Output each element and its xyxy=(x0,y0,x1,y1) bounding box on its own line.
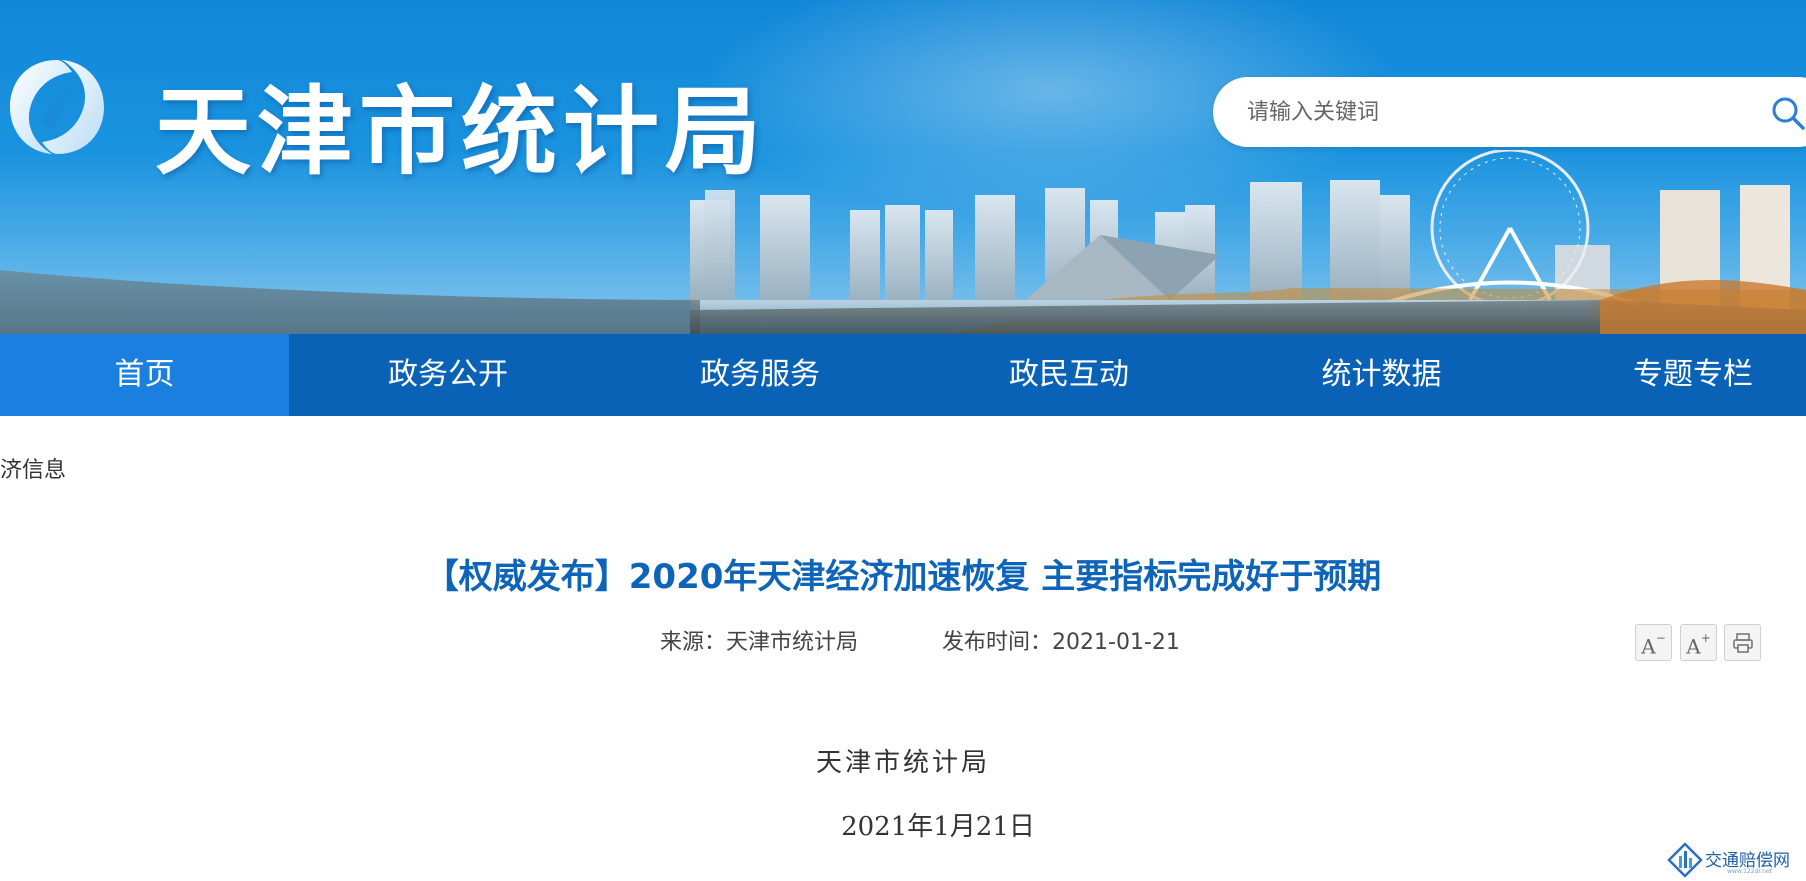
body-author: 天津市统计局 xyxy=(815,748,990,778)
font-decrease-icon: A xyxy=(1641,634,1656,659)
nav-item-home[interactable]: 首页 xyxy=(0,334,289,416)
font-increase-icon: A xyxy=(1686,634,1701,659)
print-button[interactable] xyxy=(1724,624,1761,661)
watermark: 交通赔偿网 www.122dr.net xyxy=(1665,838,1800,878)
main-nav: 首页 政务公开 政务服务 政民互动 统计数据 专题专栏 xyxy=(0,334,1806,416)
breadcrumb[interactable]: 济信息 xyxy=(0,452,66,484)
font-decrease-button[interactable]: A− xyxy=(1635,624,1672,661)
body-date: 2021年1月21日 xyxy=(841,812,1035,842)
watermark-url: www.122dr.net xyxy=(1727,868,1773,875)
watermark-logo-icon xyxy=(1667,842,1703,878)
logo-icon xyxy=(10,60,104,154)
article-publish-date: 发布时间：2021-01-21 xyxy=(942,624,1180,656)
nav-item-statistics-data[interactable]: 统计数据 xyxy=(1225,334,1538,416)
source-label: 来源： xyxy=(660,630,727,655)
nav-item-government-affairs[interactable]: 政务公开 xyxy=(289,334,607,416)
header-banner: 天津市统计局 xyxy=(0,0,1806,334)
plus-sign: + xyxy=(1700,631,1711,645)
print-icon xyxy=(1732,633,1753,653)
article-title: 【权威发布】2020年天津经济加速恢复 主要指标完成好于预期 xyxy=(424,557,1382,597)
search-input[interactable] xyxy=(1247,77,1717,147)
font-increase-button[interactable]: A+ xyxy=(1680,624,1717,661)
date-label: 发布时间： xyxy=(942,630,1053,655)
nav-item-special-topics[interactable]: 专题专栏 xyxy=(1538,334,1806,416)
source-value: 天津市统计局 xyxy=(726,630,859,655)
search-box xyxy=(1213,77,1806,147)
site-title: 天津市统计局 xyxy=(155,76,767,188)
date-value: 2021-01-21 xyxy=(1052,630,1180,655)
search-icon[interactable] xyxy=(1770,95,1806,131)
nav-item-public-interaction[interactable]: 政民互动 xyxy=(913,334,1225,416)
article-source: 来源：天津市统计局 xyxy=(660,624,858,656)
nav-item-government-services[interactable]: 政务服务 xyxy=(607,334,913,416)
minus-sign: − xyxy=(1655,631,1666,645)
